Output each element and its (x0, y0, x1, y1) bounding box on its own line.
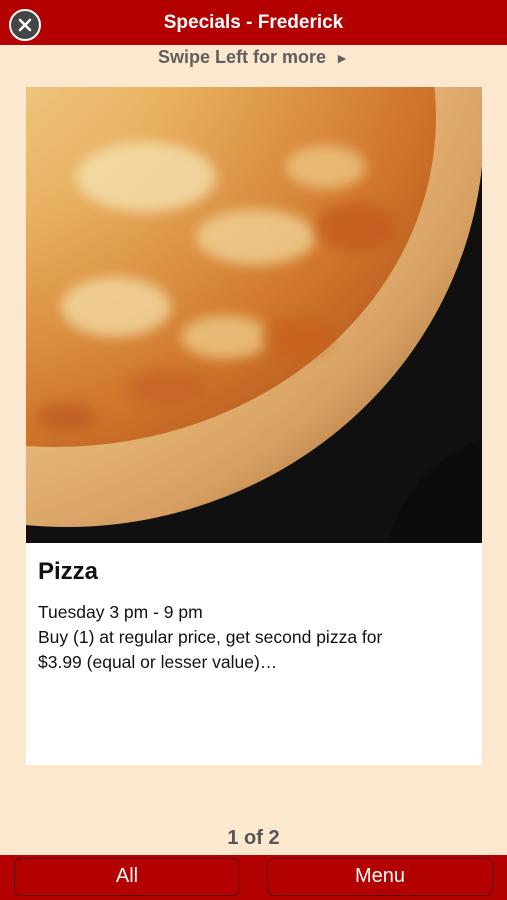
page-title: Specials - Frederick (163, 12, 344, 33)
close-button[interactable] (9, 9, 41, 41)
swipe-hint-text: Swipe Left for more (158, 47, 327, 67)
special-description-line-1: Buy (1) at regular price, get second piz… (38, 627, 383, 647)
menu-button[interactable]: Menu (267, 858, 493, 896)
special-details: Pizza Tuesday 3 pm - 9 pm Buy (1) at reg… (26, 543, 482, 675)
special-description-line-2: $3.99 (equal or lesser value)… (38, 652, 278, 672)
bottom-bar: All Menu (0, 855, 507, 900)
header-bar: Specials - Frederick (0, 0, 507, 45)
special-schedule: Tuesday 3 pm - 9 pm (38, 602, 203, 622)
special-title: Pizza (38, 558, 99, 585)
swipe-arrow-icon: ► (335, 50, 349, 66)
special-card[interactable]: Pizza Tuesday 3 pm - 9 pm Buy (1) at reg… (26, 87, 482, 765)
swipe-hint: Swipe Left for more ► (0, 45, 507, 69)
pizza-photo (26, 87, 482, 543)
page-indicator: 1 of 2 (227, 827, 280, 849)
all-button[interactable]: All (14, 858, 240, 896)
close-icon (18, 18, 32, 32)
special-image (26, 87, 482, 543)
